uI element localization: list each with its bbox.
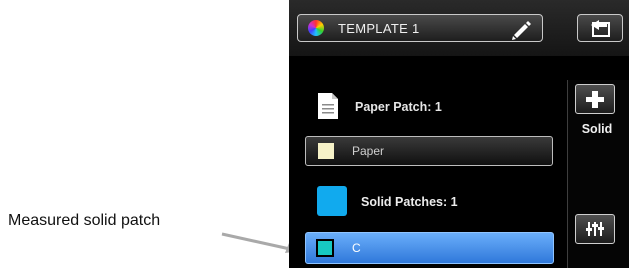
cyan-swatch bbox=[316, 239, 334, 257]
solid-patch-count: Solid Patches: 1 bbox=[361, 195, 458, 209]
add-solid-label: Solid bbox=[581, 122, 613, 136]
paper-patch-count: Paper Patch: 1 bbox=[355, 100, 442, 114]
solid-patch-icon bbox=[317, 186, 347, 216]
template-selector[interactable]: TEMPLATE 1 bbox=[297, 14, 543, 42]
document-icon bbox=[318, 93, 338, 119]
settings-button[interactable] bbox=[575, 214, 615, 244]
paper-patch-label: Paper bbox=[352, 144, 385, 158]
back-button[interactable] bbox=[577, 14, 623, 42]
color-wheel-icon bbox=[308, 20, 324, 36]
back-icon bbox=[591, 20, 610, 37]
paper-swatch bbox=[318, 143, 334, 159]
solid-patch-item-selected[interactable]: C bbox=[305, 232, 554, 264]
paper-patch-item[interactable]: Paper bbox=[305, 136, 553, 166]
side-panel: Solid bbox=[567, 80, 629, 268]
header-bar: TEMPLATE 1 bbox=[289, 0, 629, 56]
add-solid-button[interactable] bbox=[575, 84, 615, 114]
pencil-icon[interactable] bbox=[510, 18, 532, 45]
sliders-icon bbox=[586, 222, 604, 236]
device-screen: TEMPLATE 1 Paper Patch: 1 Paper Solid Pa… bbox=[289, 0, 629, 268]
solid-patch-label: C bbox=[352, 241, 361, 255]
template-name: TEMPLATE 1 bbox=[338, 20, 420, 36]
